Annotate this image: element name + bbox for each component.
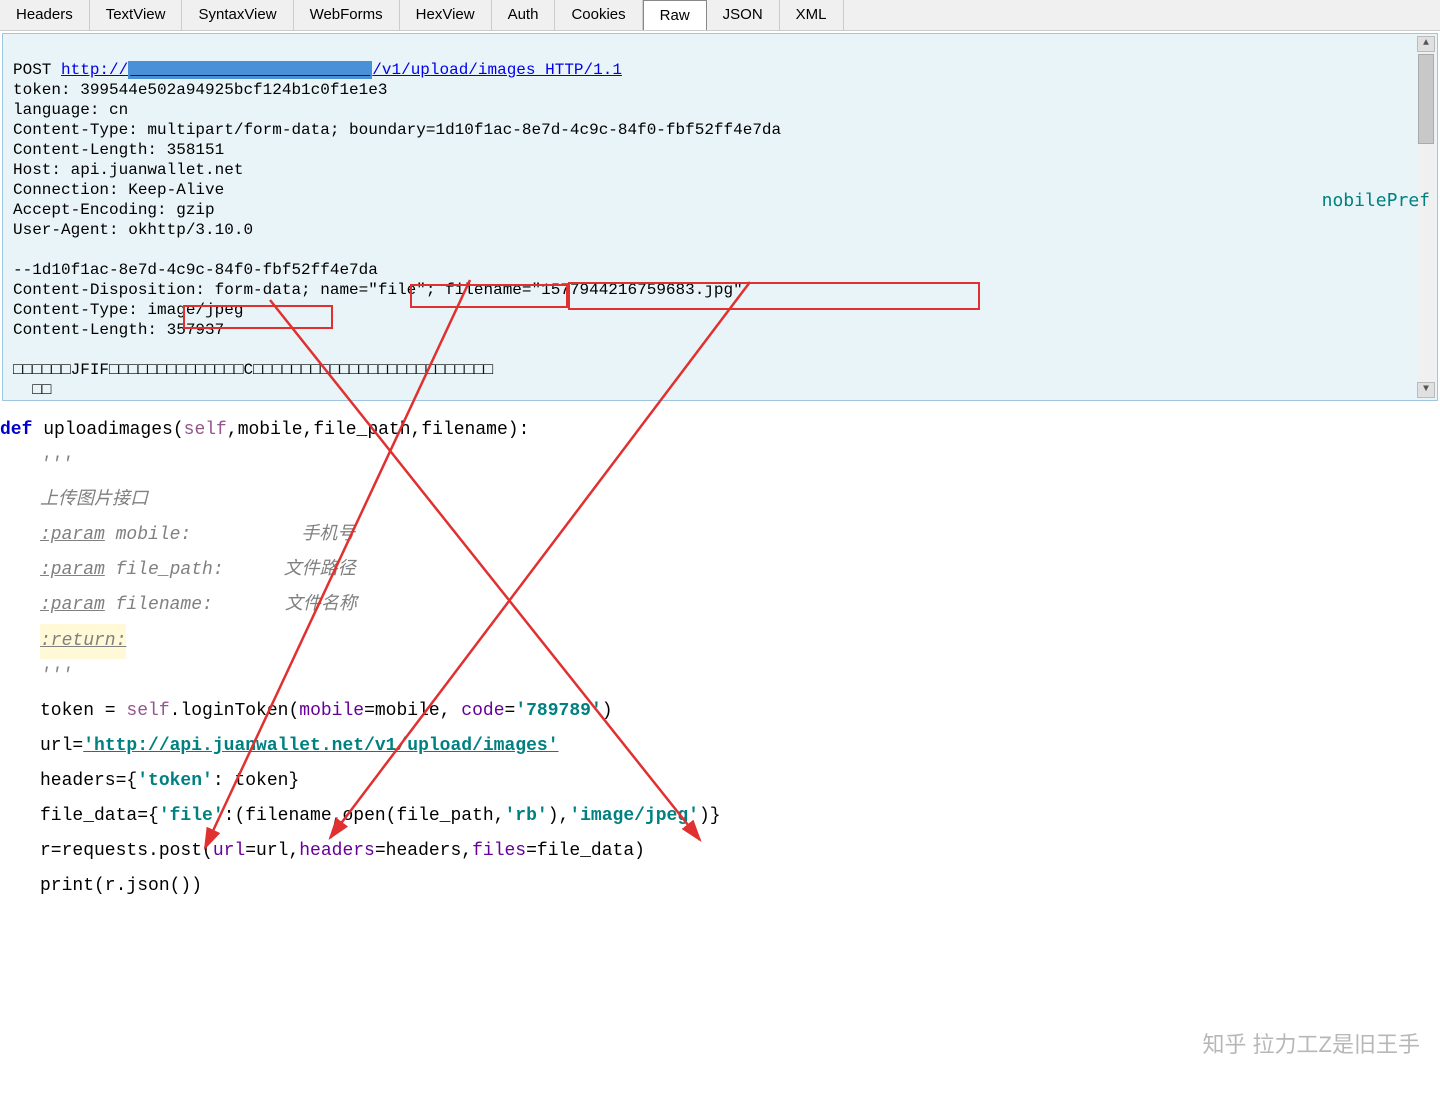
form-filename: filename="1577944216759683.jpg" <box>445 281 743 299</box>
header-accept-encoding: Accept-Encoding: gzip <box>13 201 215 219</box>
keyword-def: def <box>0 420 32 440</box>
tab-json[interactable]: JSON <box>707 0 780 30</box>
tab-hexview[interactable]: HexView <box>400 0 492 30</box>
tab-raw[interactable]: Raw <box>643 0 707 30</box>
content-disposition-line: Content-Disposition: form-data; name="fi… <box>13 281 743 299</box>
header-user-agent: User-Agent: okhttp/3.10.0 <box>13 221 253 239</box>
scrollbar[interactable]: ▲ ▼ <box>1417 36 1435 398</box>
tab-syntaxview[interactable]: SyntaxView <box>182 0 293 30</box>
part-content-type: Content-Type: image/jpeg <box>13 301 243 319</box>
scrollbar-thumb[interactable] <box>1418 54 1434 144</box>
tab-webforms[interactable]: WebForms <box>294 0 400 30</box>
watermark: 知乎 拉力工Z是旧王手 <box>1202 1027 1420 1059</box>
header-content-type: Content-Type: multipart/form-data; bound… <box>13 121 781 139</box>
request-url[interactable]: http:// /v1/upload/images HTTP/1.1 <box>61 61 622 79</box>
tab-auth[interactable]: Auth <box>492 0 556 30</box>
tab-xml[interactable]: XML <box>780 0 844 30</box>
header-language: language: cn <box>13 101 128 119</box>
http-method: POST <box>13 61 51 79</box>
python-code: def uploadimages(self,mobile,file_path,f… <box>0 403 1440 904</box>
tab-headers[interactable]: Headers <box>0 0 90 30</box>
tab-textview[interactable]: TextView <box>90 0 183 30</box>
tab-bar: Headers TextView SyntaxView WebForms Hex… <box>0 0 1440 31</box>
raw-request-panel[interactable]: POST http:// /v1/upload/images HTTP/1.1 … <box>2 33 1438 401</box>
form-name: name="file"; <box>320 281 435 299</box>
header-token: token: 399544e502a94925bcf124b1c0f1e1e3 <box>13 81 387 99</box>
scroll-up-arrow[interactable]: ▲ <box>1417 36 1435 52</box>
header-host: Host: api.juanwallet.net <box>13 161 243 179</box>
doc-title: 上传图片接口 <box>40 490 148 510</box>
scroll-down-arrow[interactable]: ▼ <box>1417 382 1435 398</box>
binary-data: □□□□□□JFIF□□□□□□□□□□□□□□C□□□□□□□□□□□□□□□… <box>13 361 493 379</box>
part-content-length: Content-Length: 357937 <box>13 321 224 339</box>
multipart-boundary: --1d10f1ac-8e7d-4c9c-84f0-fbf52ff4e7da <box>13 261 378 279</box>
tab-cookies[interactable]: Cookies <box>555 0 642 30</box>
header-content-length: Content-Length: 358151 <box>13 141 224 159</box>
header-connection: Connection: Keep-Alive <box>13 181 224 199</box>
side-cut-text: nobilePref <box>1322 190 1430 211</box>
